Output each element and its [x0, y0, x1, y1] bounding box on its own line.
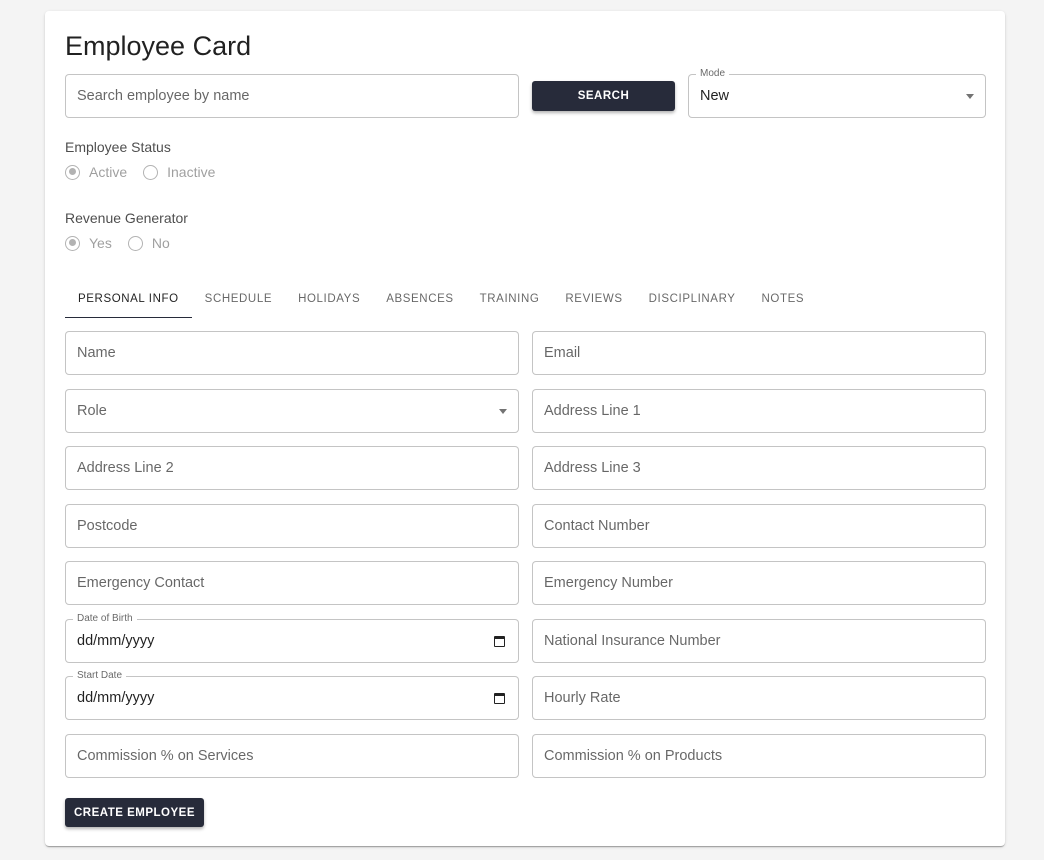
date-value: dd/mm/yyyy: [77, 690, 155, 706]
search-input-placeholder: Search employee by name: [77, 88, 250, 104]
field-placeholder: National Insurance Number: [544, 633, 721, 649]
employee-status-label: Employee Status: [65, 139, 171, 155]
field-placeholder: Commission % on Products: [544, 748, 723, 764]
search-input[interactable]: Search employee by name: [65, 74, 519, 118]
field-placeholder: Address Line 3: [544, 460, 641, 476]
tab-bar: PERSONAL INFO SCHEDULE HOLIDAYS ABSENCES…: [65, 282, 817, 318]
tab-disciplinary[interactable]: DISCIPLINARY: [636, 282, 749, 318]
role-select[interactable]: Role: [65, 389, 519, 433]
revenue-generator-radio-group: Yes No: [65, 235, 186, 251]
tab-absences[interactable]: ABSENCES: [373, 282, 466, 318]
field-placeholder: Contact Number: [544, 518, 650, 534]
tab-notes[interactable]: NOTES: [749, 282, 818, 318]
field-placeholder: Commission % on Services: [77, 748, 254, 764]
radio-label: Inactive: [167, 164, 216, 180]
tab-training[interactable]: TRAINING: [467, 282, 553, 318]
tab-holidays[interactable]: HOLIDAYS: [285, 282, 373, 318]
field-placeholder: Email: [544, 345, 581, 361]
radio-label: No: [151, 235, 170, 251]
radio-checked-icon: [65, 164, 80, 180]
emergency-contact-field[interactable]: Emergency Contact: [65, 561, 519, 605]
create-employee-button[interactable]: CREATE EMPLOYEE: [65, 798, 204, 827]
field-label: Start Date: [73, 670, 127, 682]
radio-unchecked-icon: [127, 235, 143, 251]
tab-schedule[interactable]: SCHEDULE: [192, 282, 285, 318]
mode-label: Mode: [696, 68, 730, 80]
search-button[interactable]: SEARCH: [532, 81, 675, 111]
page-title: Employee Card: [65, 31, 252, 61]
postcode-field[interactable]: Postcode: [65, 504, 519, 548]
chevron-down-icon: [499, 409, 507, 414]
field-placeholder: Postcode: [77, 518, 138, 534]
employee-card: Employee Card Search employee by name SE…: [45, 11, 1005, 846]
radio-active[interactable]: Active: [65, 164, 127, 180]
field-placeholder: Hourly Rate: [544, 690, 621, 706]
calendar-icon[interactable]: [494, 693, 505, 704]
radio-yes[interactable]: Yes: [65, 235, 112, 251]
address-line-3-field[interactable]: Address Line 3: [532, 446, 986, 490]
revenue-generator-label: Revenue Generator: [65, 210, 188, 226]
radio-unchecked-icon: [143, 164, 159, 180]
hourly-rate-field[interactable]: Hourly Rate: [532, 676, 986, 720]
tab-reviews[interactable]: REVIEWS: [552, 282, 635, 318]
field-placeholder: Address Line 1: [544, 403, 641, 419]
mode-select[interactable]: Mode New: [688, 68, 986, 118]
radio-label: Active: [89, 164, 128, 180]
employee-status-radio-group: Active Inactive: [65, 164, 231, 180]
field-placeholder: Name: [77, 345, 116, 361]
field-placeholder: Role: [77, 403, 107, 419]
email-field[interactable]: Email: [532, 331, 986, 375]
emergency-number-field[interactable]: Emergency Number: [532, 561, 986, 605]
tab-personal-info[interactable]: PERSONAL INFO: [65, 282, 192, 318]
address-line-1-field[interactable]: Address Line 1: [532, 389, 986, 433]
contact-number-field[interactable]: Contact Number: [532, 504, 986, 548]
radio-no[interactable]: No: [127, 235, 170, 251]
date-of-birth-field[interactable]: Date of Birth dd/mm/yyyy: [65, 613, 519, 663]
start-date-field[interactable]: Start Date dd/mm/yyyy: [65, 670, 519, 720]
name-field[interactable]: Name: [65, 331, 519, 375]
address-line-2-field[interactable]: Address Line 2: [65, 446, 519, 490]
commission-services-field[interactable]: Commission % on Services: [65, 734, 519, 778]
commission-products-field[interactable]: Commission % on Products: [532, 734, 986, 778]
field-placeholder: Emergency Number: [544, 575, 673, 591]
calendar-icon[interactable]: [494, 636, 505, 647]
field-label: Date of Birth: [73, 613, 137, 625]
field-placeholder: Address Line 2: [77, 460, 174, 476]
chevron-down-icon: [966, 94, 974, 99]
mode-value: New: [700, 88, 730, 104]
radio-label: Yes: [89, 235, 112, 251]
radio-checked-icon: [65, 235, 80, 251]
date-value: dd/mm/yyyy: [77, 633, 155, 649]
national-insurance-field[interactable]: National Insurance Number: [532, 619, 986, 663]
field-placeholder: Emergency Contact: [77, 575, 205, 591]
radio-inactive[interactable]: Inactive: [143, 164, 215, 180]
